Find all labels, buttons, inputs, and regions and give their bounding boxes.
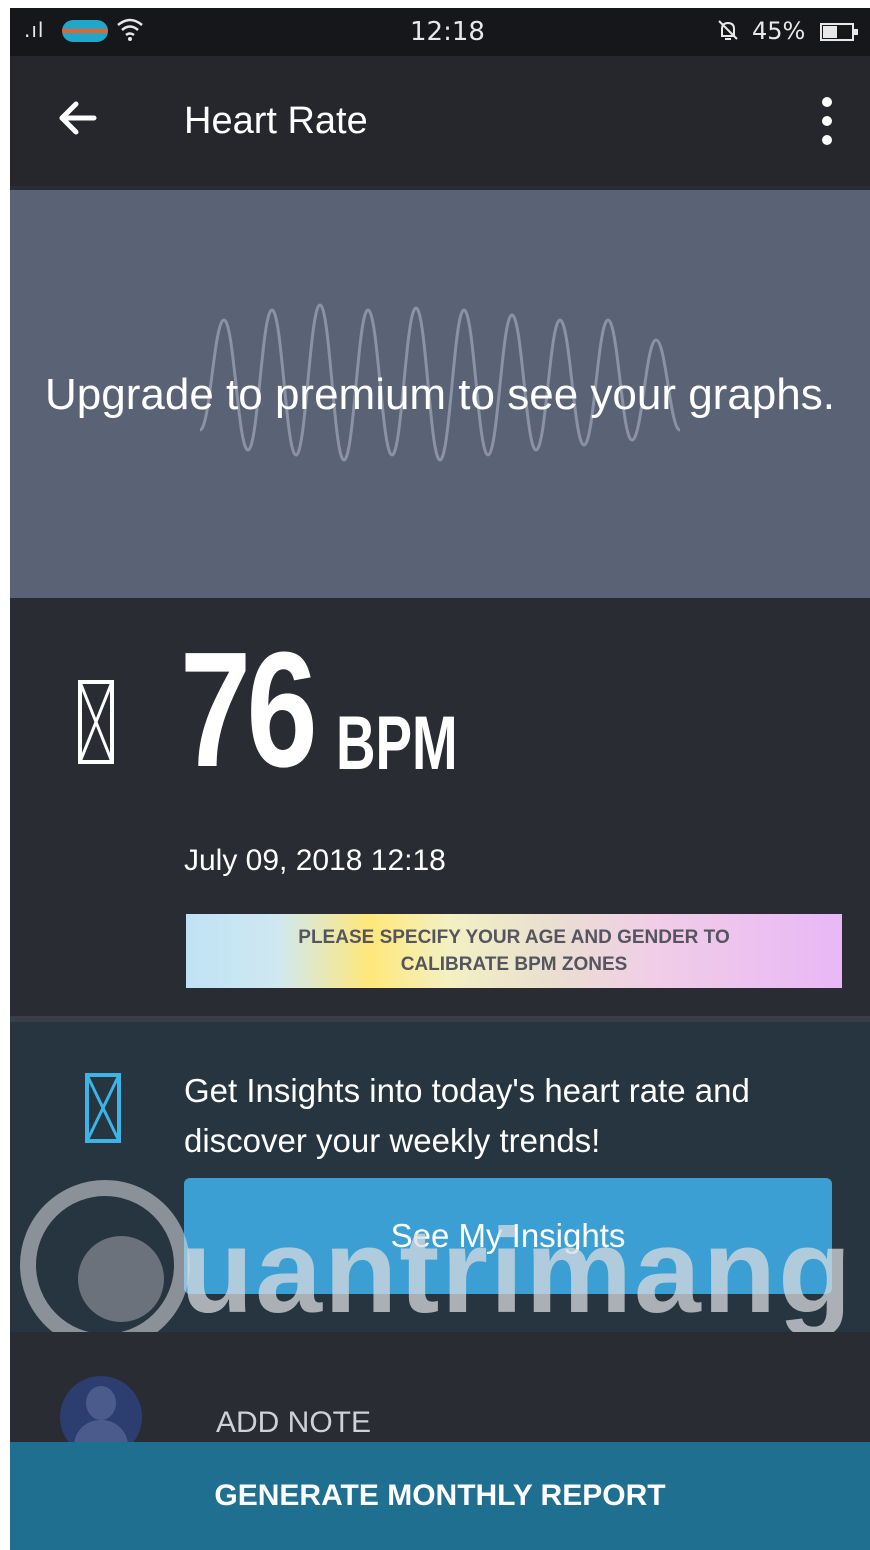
heart-rate-reading: 76 BPM July 09, 2018 12:18 PLEASE SPECIF… — [10, 600, 870, 1016]
screen: .ıl 12:18 45% Heart Rate Upgrade to prem… — [10, 8, 870, 1550]
calibrate-text-line-1: PLEASE SPECIFY YOUR AGE AND GENDER TO — [298, 927, 730, 948]
generate-monthly-report-button[interactable]: GENERATE MONTHLY REPORT — [10, 1442, 870, 1550]
app-bar: Heart Rate — [10, 56, 870, 186]
status-bar: .ıl 12:18 45% — [10, 8, 870, 56]
heart-outline-icon — [76, 678, 116, 766]
upgrade-message: Upgrade to premium to see your graphs. — [45, 370, 835, 419]
reading-timestamp: July 09, 2018 12:18 — [184, 844, 446, 877]
add-note-row[interactable]: ADD NOTE — [10, 1332, 870, 1458]
signal-icon: .ıl — [24, 18, 45, 42]
add-note-label: ADD NOTE — [216, 1406, 372, 1439]
wifi-icon — [116, 16, 144, 48]
alarm-off-icon — [716, 18, 740, 47]
see-my-insights-button[interactable]: See My Insights — [184, 1178, 832, 1294]
graph-panel: Upgrade to premium to see your graphs. — [10, 190, 870, 598]
bpm-unit: BPM — [336, 701, 458, 786]
battery-icon — [820, 23, 858, 41]
insights-description: Get Insights into today's heart rate and… — [184, 1072, 750, 1159]
calibrate-text-line-2: CALIBRATE BPM ZONES — [400, 954, 628, 975]
arrow-left-icon[interactable] — [54, 94, 102, 142]
calibrate-zones-banner[interactable]: PLEASE SPECIFY YOUR AGE AND GENDER TO CA… — [186, 914, 842, 988]
carrier-logo-icon — [62, 20, 108, 42]
page-title: Heart Rate — [184, 100, 368, 142]
battery-percent: 45% — [752, 17, 806, 45]
insights-icon — [84, 1072, 122, 1144]
more-vertical-icon[interactable] — [818, 94, 836, 148]
bpm-value: 76 — [180, 618, 318, 801]
insights-section: Get Insights into today's heart rate and… — [10, 1022, 870, 1332]
status-time: 12:18 — [410, 17, 485, 47]
